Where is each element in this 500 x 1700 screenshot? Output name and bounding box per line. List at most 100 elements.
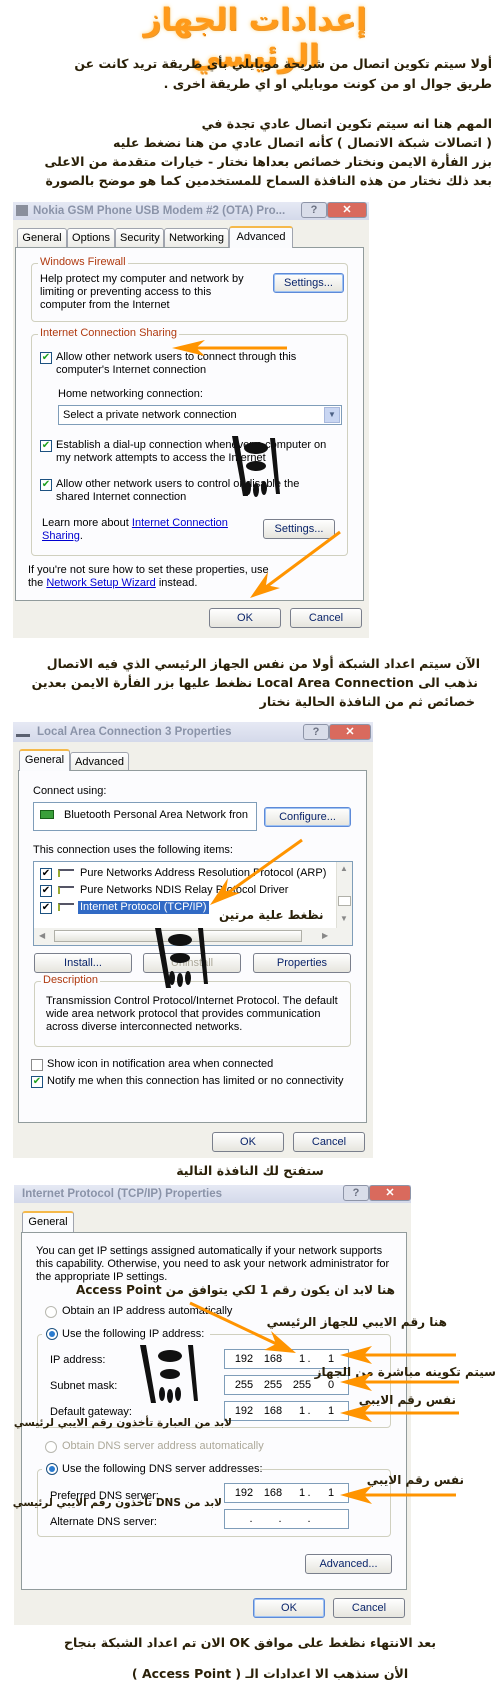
obtain-ip-radio[interactable] (45, 1306, 57, 1318)
ip-dot: . (278, 1379, 282, 1391)
ip-dot: . (278, 1513, 282, 1525)
radio-label: Obtain an IP address automatically (62, 1305, 233, 1317)
help-button[interactable]: ? (301, 202, 327, 218)
checkbox-label: Allow other network users to connect thr… (56, 351, 297, 363)
description-text: across diverse interconnected networks. (46, 1021, 243, 1033)
ip-dot: . (307, 1513, 311, 1525)
items-list[interactable]: ✔ Pure Networks Address Resolution Protoc… (33, 861, 353, 946)
tab-networking[interactable]: Networking (164, 228, 229, 248)
group-legend: Internet Connection Sharing (38, 327, 179, 339)
cancel-button[interactable]: Cancel (290, 608, 362, 628)
ics-help-link[interactable]: Internet Connection (132, 517, 228, 529)
help-button[interactable]: ? (343, 1185, 369, 1201)
description-text: Transmission Control Protocol/Internet P… (46, 995, 338, 1007)
properties-button[interactable]: Properties (253, 953, 351, 973)
tab-security[interactable]: Security (115, 228, 164, 248)
item-checkbox[interactable]: ✔ (40, 868, 52, 880)
alternate-dns-label: Alternate DNS server: (50, 1516, 157, 1528)
list-item[interactable]: ✔ Pure Networks Address Resolution Protoc… (40, 866, 340, 882)
group-legend: Description (41, 974, 101, 986)
tab-general[interactable]: General (22, 1211, 74, 1233)
configure-button[interactable]: Configure... (264, 807, 351, 827)
horizontal-scrollbar[interactable]: ◀ ▶ (34, 928, 352, 945)
ip-octet[interactable]: 1 (320, 1402, 342, 1420)
close-button[interactable]: ✕ (329, 724, 371, 740)
protocol-icon (58, 886, 74, 894)
ok-button[interactable]: OK (212, 1132, 284, 1152)
ics-group: Internet Connection Sharing ✔ Allow othe… (31, 327, 348, 556)
close-button[interactable]: ✕ (327, 202, 367, 218)
chevron-down-icon[interactable]: ▼ (324, 407, 340, 423)
default-gateway-field[interactable]: 192. 168. 1. 1 (224, 1401, 349, 1421)
step2-line: نذهب الى Local Area Connection نظغط عليه… (31, 675, 478, 690)
checkbox-label: Allow other network users to control or … (56, 478, 300, 490)
same-ip-dns-note: نفس رقم الايبي (366, 1473, 464, 1487)
period: . (79, 530, 83, 542)
network-setup-wizard-link[interactable]: Network Setup Wizard (46, 577, 155, 589)
intro2-line: المهم هنا انه سيتم تكوين اتصال عادي تجدة… (201, 116, 492, 131)
tab-general[interactable]: General (19, 749, 70, 771)
checkbox-label: computer's Internet connection (56, 364, 207, 376)
uninstall-button[interactable]: Uninstall (143, 953, 241, 973)
home-networking-select[interactable]: Select a private network connection ▼ (58, 405, 342, 425)
scroll-up-icon[interactable]: ▲ (340, 864, 348, 873)
obtain-dns-radio[interactable] (45, 1441, 57, 1453)
tab-advanced[interactable]: Advanced (229, 226, 293, 248)
scroll-left-icon[interactable]: ◀ (39, 931, 45, 940)
use-ip-radio[interactable] (46, 1328, 58, 1340)
alternate-dns-field[interactable]: ... (224, 1509, 349, 1529)
connect-using-label: Connect using: (33, 785, 107, 797)
firewall-settings-button[interactable]: Settings... (273, 273, 344, 293)
cancel-button[interactable]: Cancel (293, 1132, 365, 1152)
ok-button[interactable]: OK (253, 1598, 325, 1618)
protocol-icon (58, 903, 74, 911)
network-icon (16, 727, 30, 737)
tab-general[interactable]: General (17, 228, 67, 248)
description-group: Description Transmission Control Protoco… (34, 974, 351, 1047)
ip-dot: . (307, 1379, 311, 1391)
footer-text: the (28, 577, 47, 589)
ics-help-link[interactable]: Sharing (42, 530, 80, 542)
allow-connect-checkbox[interactable]: ✔ (40, 352, 52, 364)
tab-advanced[interactable]: Advanced (70, 752, 129, 772)
scroll-right-icon[interactable]: ▶ (322, 931, 328, 940)
protocol-icon (58, 869, 74, 877)
scroll-thumb[interactable] (54, 930, 302, 942)
same-ip-note: نفس رقم الايبي (358, 1393, 456, 1407)
item-checkbox[interactable]: ✔ (40, 902, 52, 914)
ip-address-label: IP address: (50, 1354, 106, 1366)
allow-control-checkbox[interactable]: ✔ (40, 479, 52, 491)
ip-dot: . (249, 1405, 253, 1417)
group-header: Use the following DNS server addresses: (42, 1461, 263, 1477)
group-legend: Windows Firewall (38, 256, 128, 268)
show-icon-checkbox[interactable] (31, 1059, 43, 1071)
closing-line: بعد الانتهاء نظغط على موافق OK الان تم ا… (63, 1635, 437, 1650)
dialup-checkbox[interactable]: ✔ (40, 440, 52, 452)
vertical-scrollbar[interactable]: ▲ ▼ (336, 862, 352, 928)
group-header: Use the following IP address: (42, 1326, 210, 1342)
list-item[interactable]: ✔ Pure Networks NDIS Relay Protocol Drive… (40, 883, 340, 899)
adapter-box: Bluetooth Personal Area Network fron (33, 802, 257, 831)
install-button[interactable]: Install... (34, 953, 132, 973)
preferred-dns-field[interactable]: 192. 168. 1. 1 (224, 1483, 349, 1503)
ics-settings-button[interactable]: Settings... (263, 519, 335, 539)
firewall-text: limiting or preventing access to this (40, 286, 212, 298)
advanced-button[interactable]: Advanced... (305, 1554, 392, 1574)
notify-checkbox[interactable]: ✔ (31, 1076, 43, 1088)
cancel-button[interactable]: Cancel (333, 1598, 405, 1618)
ip-octet[interactable]: 1 (320, 1484, 342, 1502)
scroll-thumb[interactable] (338, 896, 351, 906)
close-button[interactable]: ✕ (369, 1185, 411, 1201)
item-label: Pure Networks NDIS Relay Protocol Driver (80, 884, 289, 896)
scroll-down-icon[interactable]: ▼ (340, 914, 348, 923)
help-button[interactable]: ? (303, 724, 329, 740)
closing-line: الأن سنذهب الا اعدادات الـ ( Access Poin… (131, 1666, 409, 1681)
main-ip-note: هنا رقم الايبي للجهاز الرئيسي (266, 1315, 447, 1329)
checkbox-label: my network attempts to access the Intern… (56, 452, 266, 464)
item-checkbox[interactable]: ✔ (40, 885, 52, 897)
tab-options[interactable]: Options (67, 228, 115, 248)
use-dns-radio[interactable] (46, 1463, 58, 1475)
ok-button[interactable]: OK (209, 608, 281, 628)
items-label: This connection uses the following items… (33, 844, 233, 856)
ip-dot: . (278, 1487, 282, 1499)
